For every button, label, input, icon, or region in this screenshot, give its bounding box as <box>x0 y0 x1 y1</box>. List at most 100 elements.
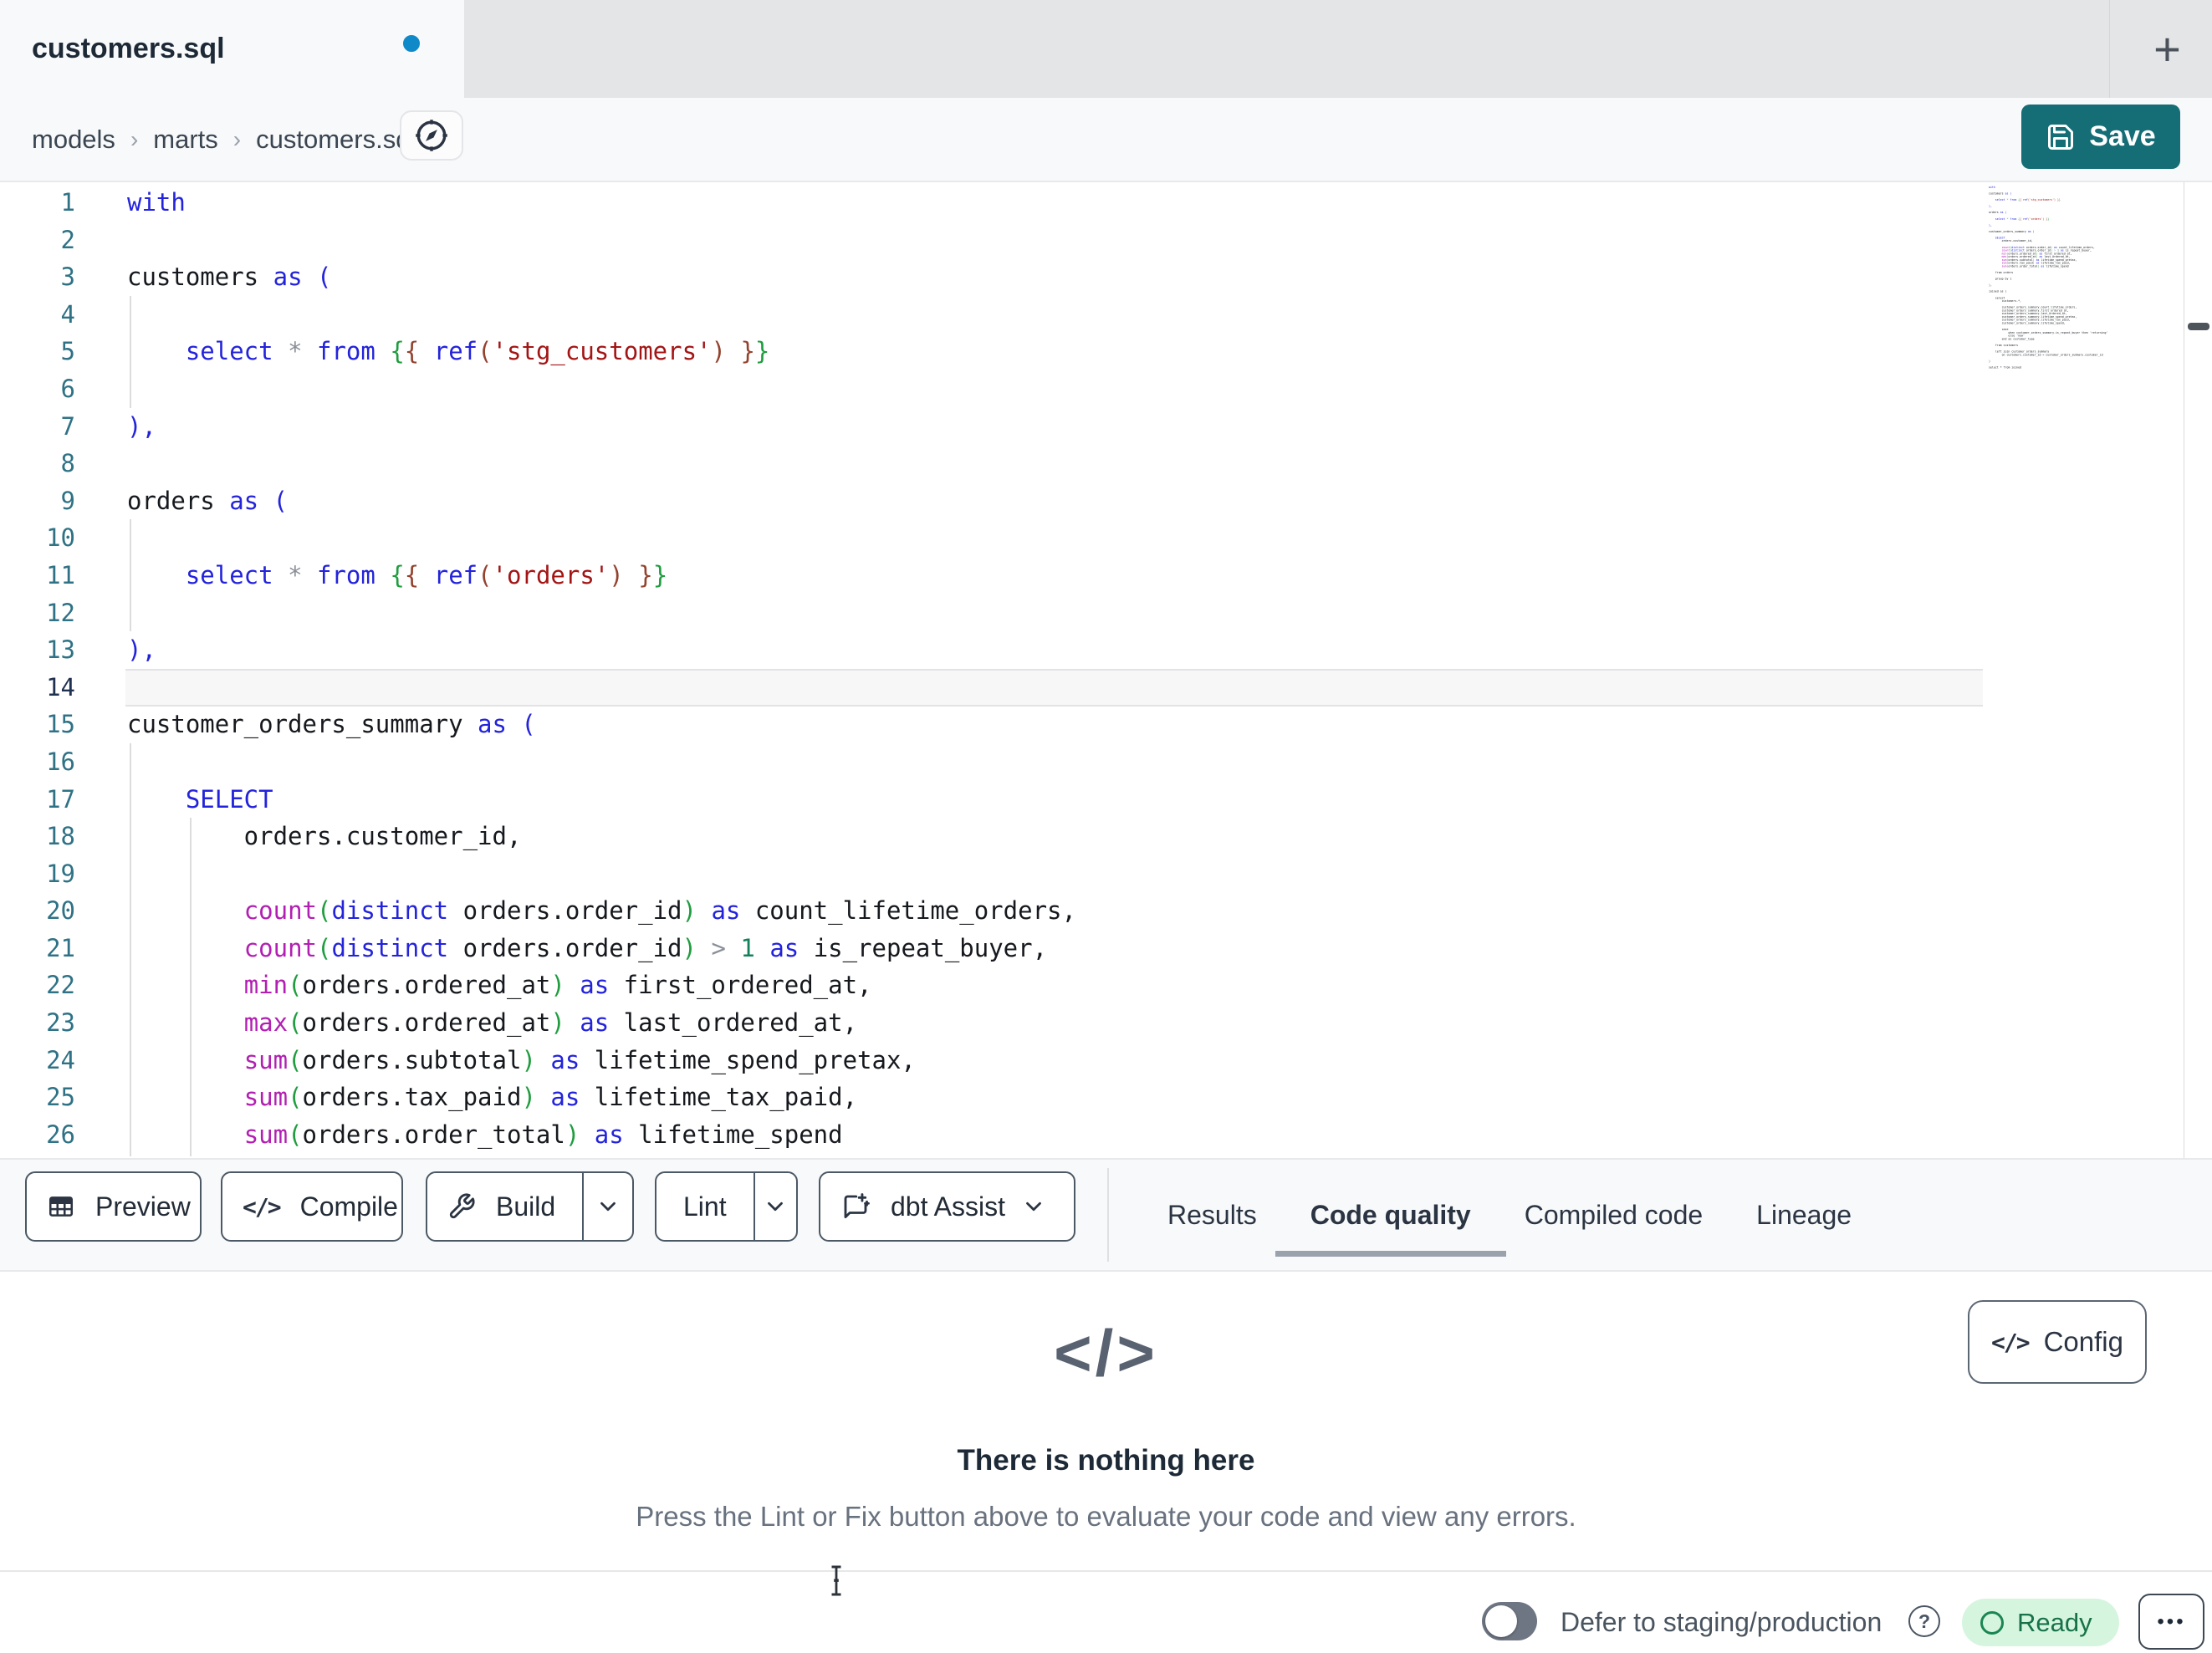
more-options-button[interactable]: ••• <box>2138 1594 2204 1650</box>
code-line: customers as ( <box>127 263 332 292</box>
status-bar: Defer to staging/production ? Ready ••• <box>0 1570 2212 1653</box>
config-button-label: Config <box>2043 1326 2123 1357</box>
breadcrumb-item-customers-sql[interactable]: customers.sql <box>256 125 416 155</box>
result-panel-tabs: Results Code quality Compiled code Lineage <box>1167 1160 1852 1270</box>
panel-tab-code-quality[interactable]: Code quality <box>1275 1160 1506 1270</box>
new-tab-button[interactable]: + <box>2123 0 2212 98</box>
scrollbar-thumb[interactable] <box>2188 323 2209 330</box>
code-line: count(distinct orders.order_id) as count… <box>243 896 1076 926</box>
code-brackets-icon: </> <box>243 1192 282 1221</box>
code-line: customer_orders_summary as ( <box>127 710 536 739</box>
preview-button-label: Preview <box>95 1191 191 1222</box>
help-icon[interactable]: ? <box>1908 1605 1940 1637</box>
tabstrip-divider <box>2109 0 2110 98</box>
breadcrumb-separator: › <box>232 125 242 152</box>
line-number: 20 <box>46 896 75 926</box>
ready-label: Ready <box>2017 1607 2092 1637</box>
code-line: sum(orders.order_total) as lifetime_spen… <box>243 1120 843 1149</box>
save-button[interactable]: Save <box>2021 105 2180 169</box>
code-line: sum(orders.subtotal) as lifetime_spend_p… <box>243 1045 916 1074</box>
breadcrumb-item-marts[interactable]: marts <box>153 125 218 155</box>
empty-state-subtitle: Press the Lint or Fix button above to ev… <box>636 1501 1576 1532</box>
panel-tab-lineage[interactable]: Lineage <box>1756 1160 1852 1270</box>
dbt-assist-button[interactable]: dbt Assist <box>819 1171 1075 1242</box>
compile-button-label: Compile <box>299 1191 398 1222</box>
table-icon <box>47 1192 75 1221</box>
status-badge[interactable]: Ready <box>1962 1599 2119 1646</box>
line-number: 15 <box>46 710 75 739</box>
line-number: 8 <box>60 449 75 478</box>
empty-state-title: There is nothing here <box>957 1444 1255 1477</box>
line-number: 18 <box>46 822 75 851</box>
save-icon <box>2046 122 2076 152</box>
compass-icon <box>412 116 451 155</box>
line-number: 11 <box>46 560 75 589</box>
tab-title: customers.sql <box>32 33 225 64</box>
line-number: 4 <box>60 299 75 329</box>
code-line: count(distinct orders.order_id) > 1 as i… <box>243 933 1048 962</box>
action-toolbar: Preview </> Compile Build Lint dbt Assis… <box>0 1158 2212 1272</box>
chevron-down-icon <box>763 1194 788 1219</box>
breadcrumb-item-models[interactable]: models <box>32 125 115 155</box>
line-number: 1 <box>60 188 75 217</box>
panel-tab-compiled-code[interactable]: Compiled code <box>1525 1160 1703 1270</box>
line-number: 26 <box>46 1120 75 1149</box>
line-number: 9 <box>60 486 75 515</box>
line-number: 14 <box>46 672 75 702</box>
minimap-line: select * from joined <box>1989 365 2022 370</box>
ready-ring-icon <box>1980 1610 2004 1635</box>
line-number: 12 <box>46 598 75 627</box>
code-editor[interactable]: 1 2 3 4 5 6 7 8 9 10 11 12 13 14 15 16 17 18 19 20 21 22 23 24 2… <box>0 182 2212 1158</box>
breadcrumb-separator: › <box>130 125 139 152</box>
config-button[interactable]: </> Config <box>1968 1300 2147 1384</box>
toolbar-divider <box>1107 1168 1109 1262</box>
build-split-button: Build <box>426 1171 634 1242</box>
editor-tab-strip: customers.sql + <box>0 0 2212 98</box>
preview-button[interactable]: Preview <box>25 1171 202 1242</box>
code-line: orders as ( <box>127 486 289 515</box>
lint-button-label: Lint <box>683 1191 727 1222</box>
defer-label: Defer to staging/production <box>1561 1607 1882 1637</box>
code-line: select * from {{ ref('orders') }} <box>185 560 668 589</box>
line-number: 2 <box>60 225 75 254</box>
wrench-icon <box>447 1192 476 1221</box>
tab-customers-sql[interactable]: customers.sql <box>0 0 464 98</box>
build-button-label: Build <box>496 1191 556 1222</box>
line-number: 21 <box>46 933 75 962</box>
code-quality-panel: </> There is nothing here Press the Lint… <box>0 1272 2212 1570</box>
file-header: models › marts › customers.sql Save <box>0 98 2212 182</box>
build-dropdown-toggle[interactable] <box>582 1173 632 1240</box>
chevron-down-icon <box>595 1194 621 1219</box>
line-number: 17 <box>46 784 75 814</box>
panel-tab-results[interactable]: Results <box>1167 1160 1257 1270</box>
code-brackets-icon: </> <box>1991 1328 2031 1356</box>
defer-toggle[interactable] <box>1482 1602 1537 1640</box>
code-line: SELECT <box>185 784 273 814</box>
lint-button[interactable]: Lint <box>656 1173 754 1240</box>
assist-dropdown-toggle[interactable] <box>1012 1173 1055 1240</box>
line-number: 13 <box>46 635 75 665</box>
toggle-knob <box>1485 1605 1517 1637</box>
build-button[interactable]: Build <box>427 1173 582 1240</box>
minimap-content: with customers as ( select * from {{ ref(… <box>1989 186 2184 369</box>
compile-button[interactable]: </> Compile <box>221 1171 403 1242</box>
line-number: 5 <box>60 337 75 366</box>
help-glyph: ? <box>1918 1610 1931 1632</box>
dbt-ide-window: customers.sql + models › marts › custome… <box>0 0 2212 1653</box>
code-line: ), <box>127 635 156 665</box>
navigate-file-button[interactable] <box>400 110 463 161</box>
chevron-down-icon <box>1021 1194 1046 1219</box>
lint-split-button: Lint <box>655 1171 798 1242</box>
code-line: sum(orders.tax_paid) as lifetime_tax_pai… <box>243 1083 858 1112</box>
minimap[interactable]: with customers as ( select * from {{ ref(… <box>1989 186 2184 386</box>
line-number: 25 <box>46 1083 75 1112</box>
line-number: 3 <box>60 263 75 292</box>
lint-dropdown-toggle[interactable] <box>753 1173 796 1240</box>
